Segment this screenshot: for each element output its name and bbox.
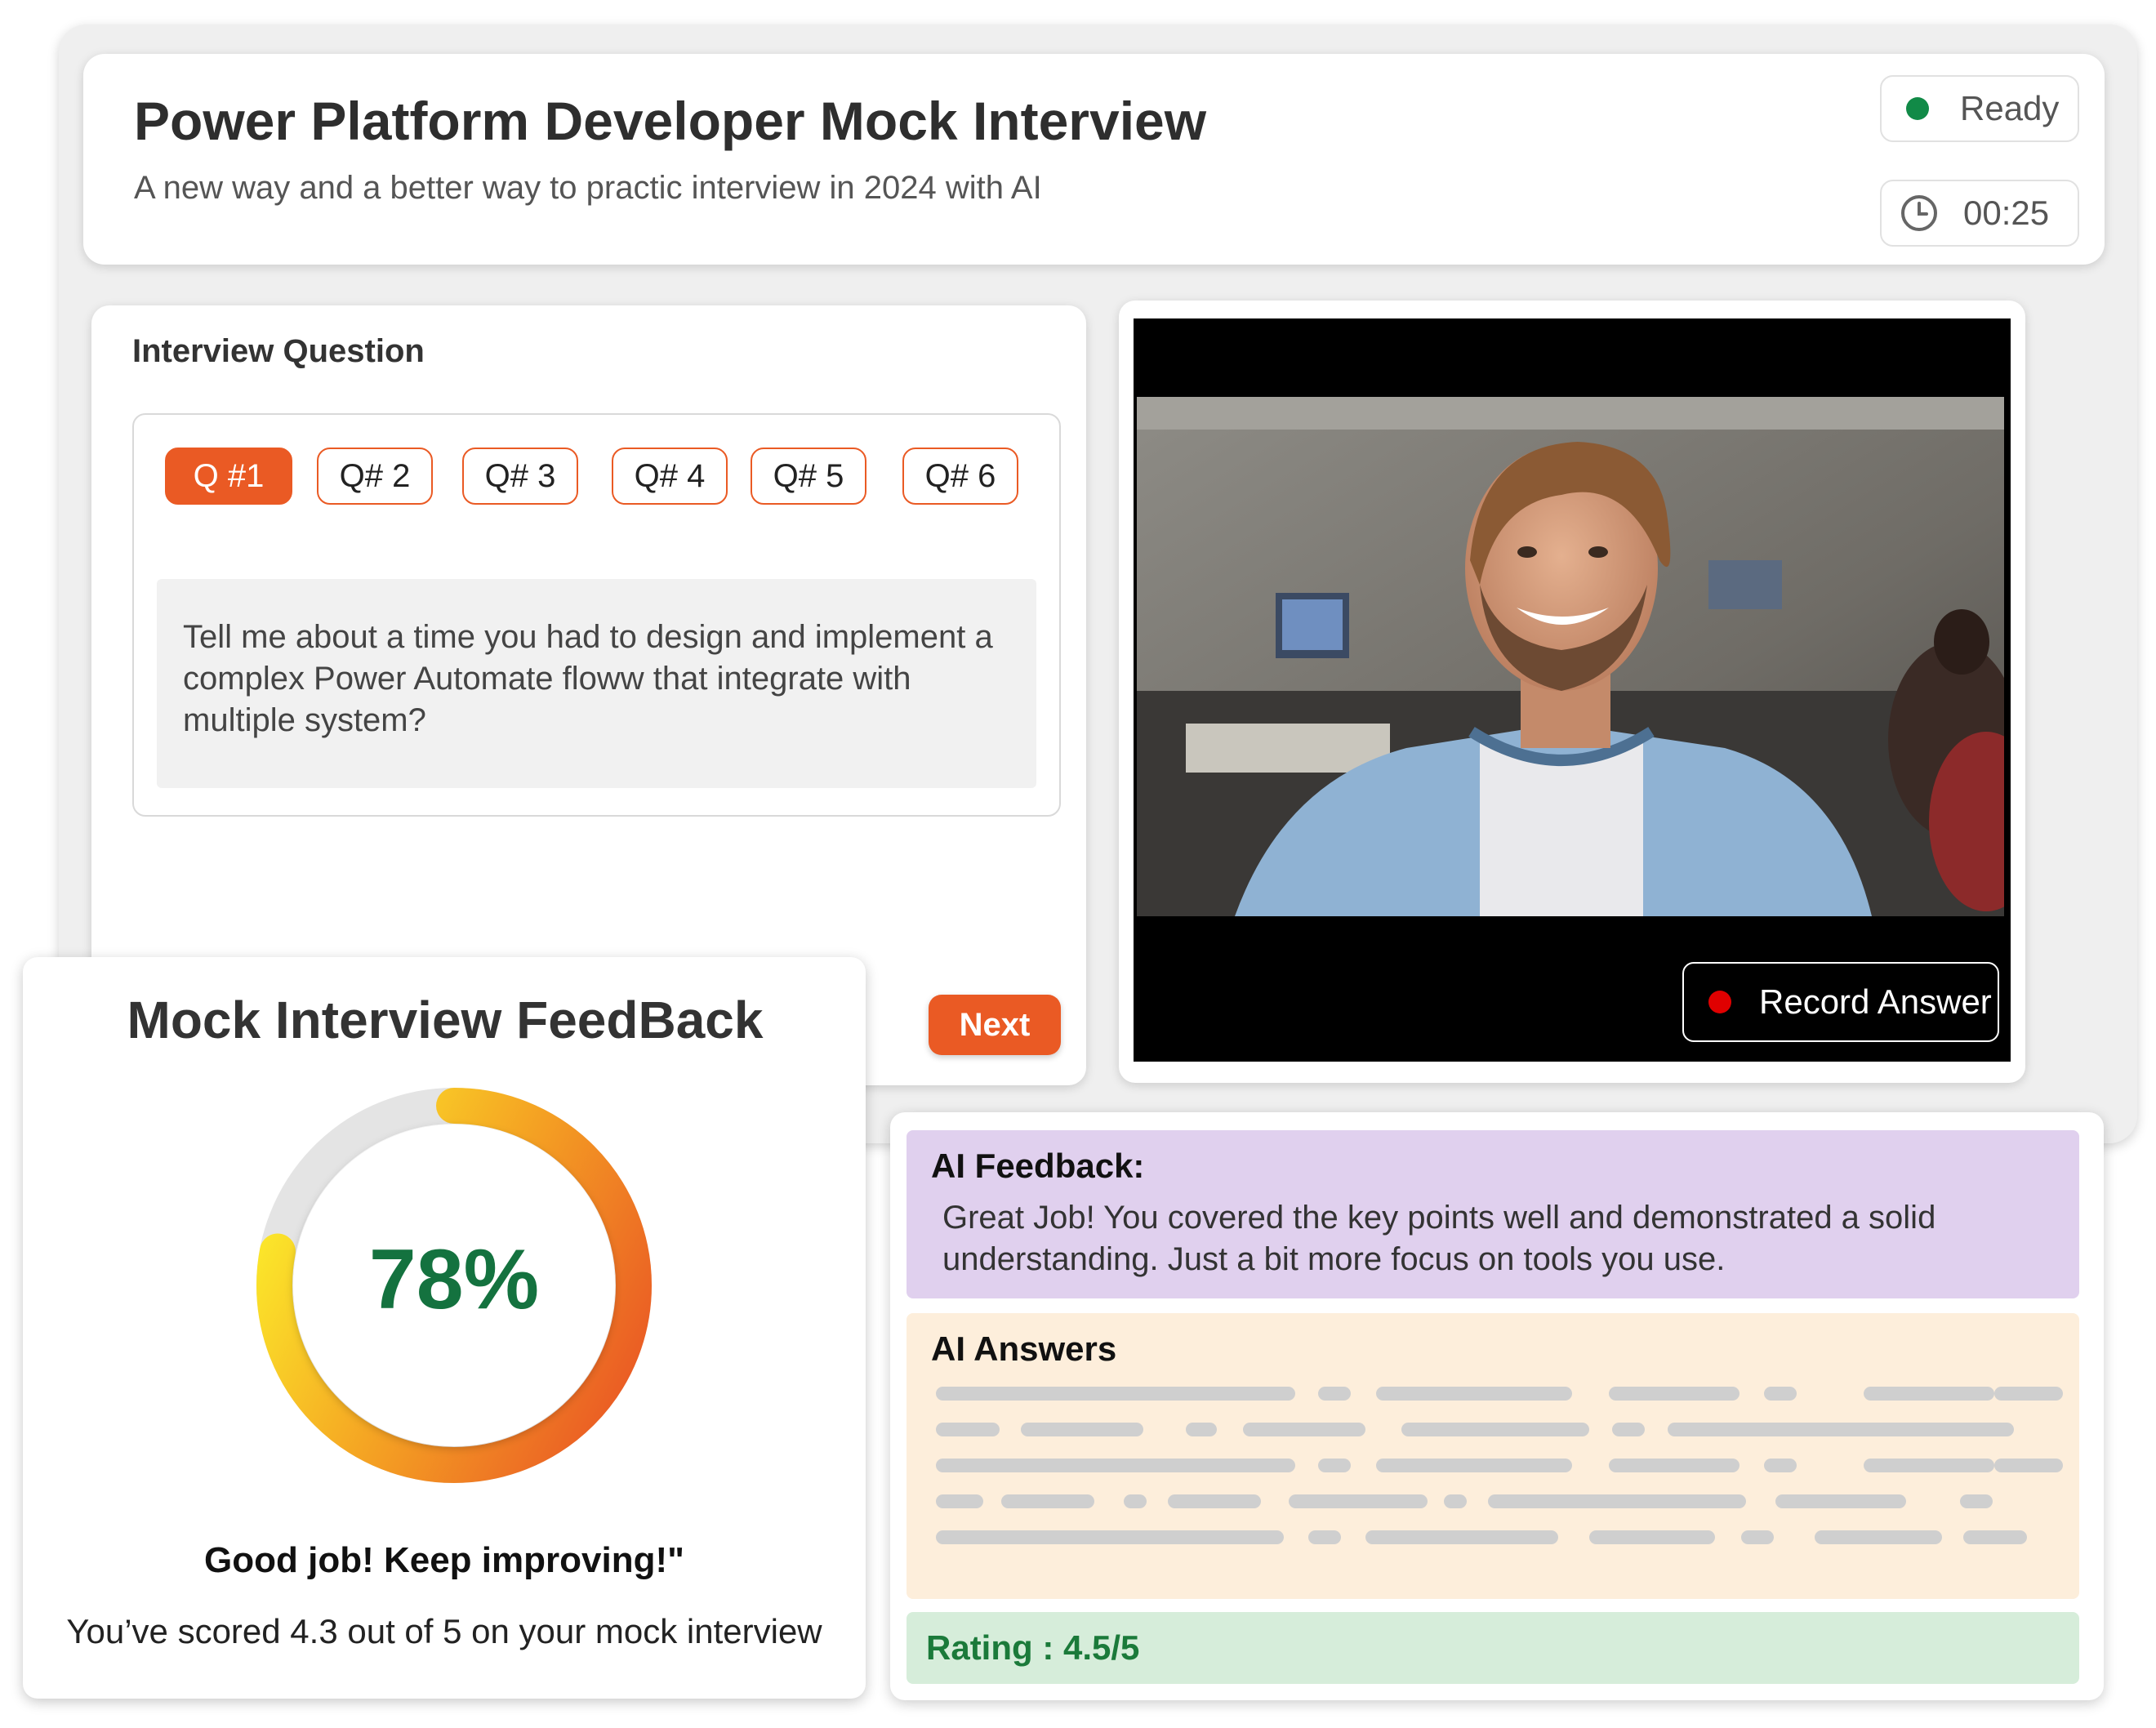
placeholder-line [1376,1387,1572,1401]
placeholder-line [936,1459,1295,1472]
placeholder-line [1609,1387,1740,1401]
placeholder-line [1186,1423,1217,1436]
ai-feedback-text: Great Job! You covered the key points we… [942,1200,1936,1277]
record-answer-label: Record Answer [1759,982,1992,1021]
placeholder-line [1318,1459,1351,1472]
question-panel-title: Interview Question [132,333,425,369]
placeholder-line [936,1387,1295,1401]
score-percent: 78% [368,1232,540,1327]
placeholder-line [1994,1459,2063,1472]
page-subtitle: A new way and a better way to practic in… [134,170,1042,206]
timer-value: 00:25 [1963,194,2050,232]
placeholder-line [1994,1387,2063,1401]
placeholder-line [936,1423,1000,1436]
placeholder-line [1376,1459,1572,1472]
placeholder-line [1864,1387,1994,1401]
placeholder-line [1764,1387,1797,1401]
placeholder-line [1609,1459,1740,1472]
placeholder-line [1318,1387,1351,1401]
placeholder-line [1124,1494,1147,1508]
placeholder-line [1612,1423,1645,1436]
placeholder-line [1864,1459,1994,1472]
candidate-video-feed [1137,397,2004,916]
placeholder-line [1243,1423,1365,1436]
tab-question-1[interactable]: Q #1 [165,448,292,505]
ai-feedback-title: AI Feedback: [931,1147,1145,1185]
header-card [83,54,2105,265]
feedback-message: Good job! Keep improving!" [204,1540,684,1580]
timer-badge: 00:25 [1880,180,2079,247]
placeholder-line [1308,1530,1341,1544]
record-answer-button[interactable]: Record Answer [1682,962,1999,1042]
placeholder-line [1488,1494,1746,1508]
placeholder-line [1021,1423,1143,1436]
status-label: Ready [1960,89,2060,127]
placeholder-line [1960,1494,1993,1508]
feedback-title: Mock Interview FeedBack [127,991,764,1049]
clock-icon [1901,195,1937,231]
tab-question-5[interactable]: Q# 5 [751,448,866,505]
placeholder-line [1668,1423,2014,1436]
status-dot-icon [1906,97,1929,120]
placeholder-line [1963,1530,2027,1544]
status-badge: Ready [1880,75,2079,142]
placeholder-line [1401,1423,1589,1436]
tab-question-6[interactable]: Q# 6 [902,448,1018,505]
placeholder-line [1775,1494,1906,1508]
question-text: Tell me about a time you had to design a… [183,619,993,738]
record-icon [1708,991,1731,1013]
placeholder-line [1741,1530,1774,1544]
placeholder-line [936,1494,983,1508]
placeholder-line [1444,1494,1467,1508]
tab-question-4[interactable]: Q# 4 [612,448,728,505]
ai-answers-title: AI Answers [931,1329,1117,1368]
next-button[interactable]: Next [929,995,1061,1055]
placeholder-line [1001,1494,1094,1508]
page-title: Power Platform Developer Mock Interview [134,91,1207,151]
feedback-summary: You’ve scored 4.3 out of 5 on your mock … [66,1612,822,1650]
tab-question-2[interactable]: Q# 2 [317,448,433,505]
tab-question-3[interactable]: Q# 3 [462,448,578,505]
placeholder-line [1764,1459,1797,1472]
placeholder-line [936,1530,1284,1544]
rating-text: Rating : 4.5/5 [926,1628,1140,1667]
placeholder-line [1365,1530,1558,1544]
placeholder-line [1589,1530,1715,1544]
placeholder-line [1815,1530,1942,1544]
placeholder-line [1289,1494,1428,1508]
placeholder-line [1168,1494,1261,1508]
